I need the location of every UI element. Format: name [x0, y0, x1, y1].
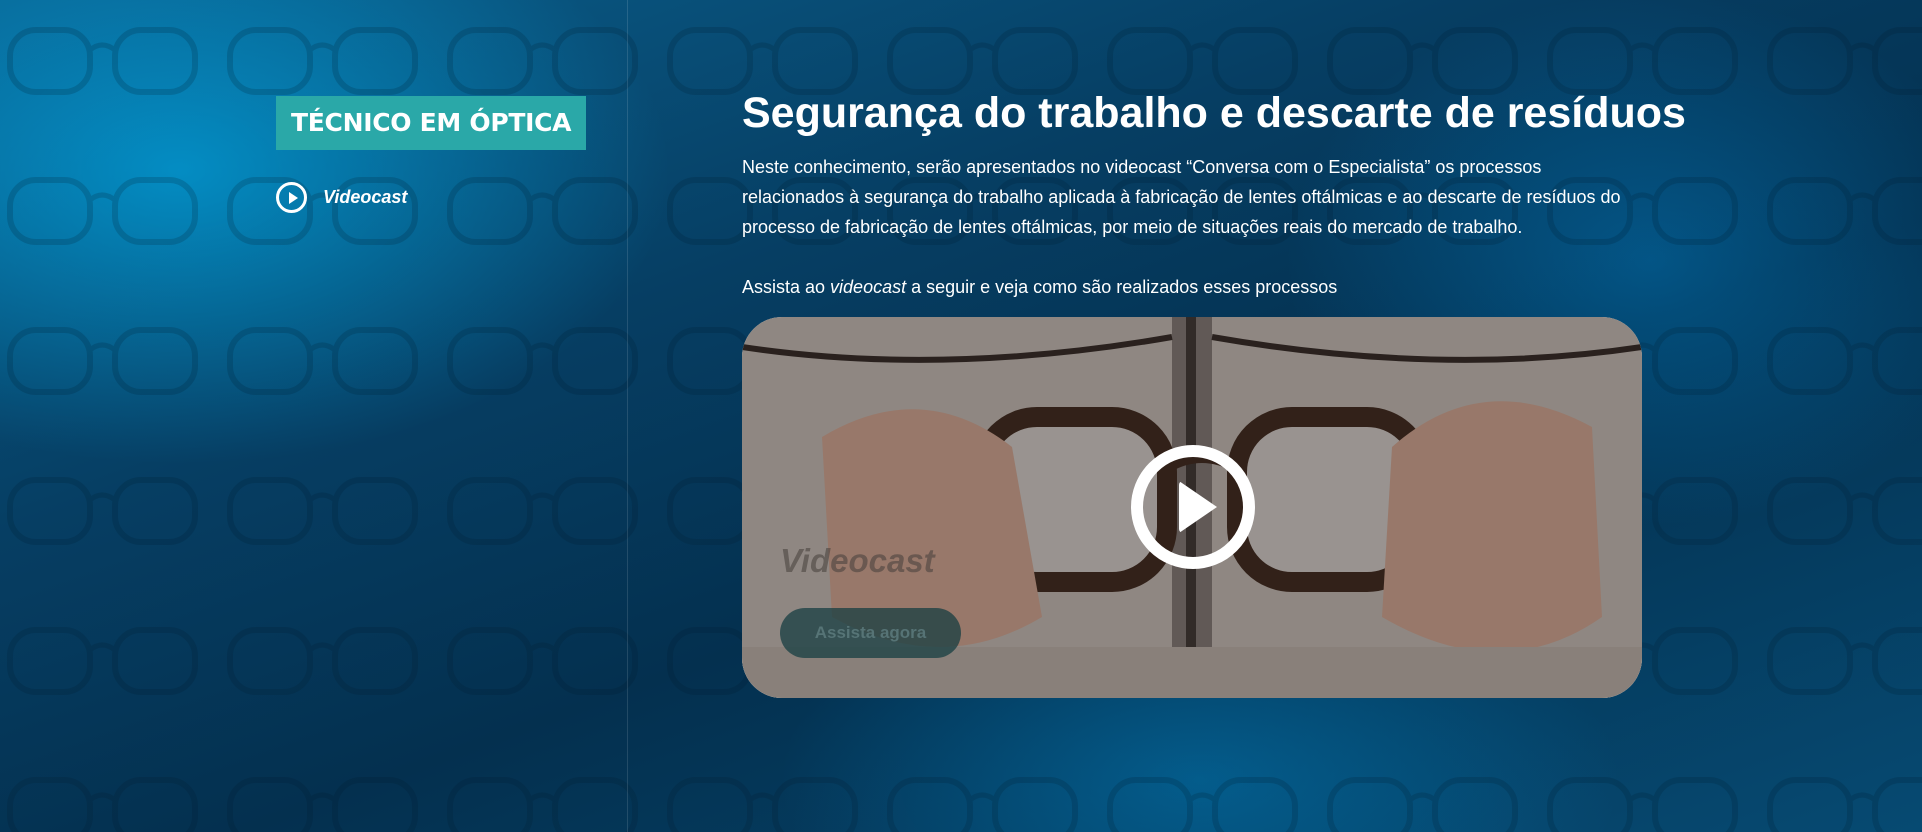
intro-suffix: a seguir e veja como são realizados esse… [906, 277, 1338, 297]
sidebar: TÉCNICO EM ÓPTICA Videocast [276, 96, 606, 213]
sidebar-item-label: Videocast [323, 187, 408, 207]
play-circle-icon [276, 182, 307, 213]
main-content: Segurança do trabalho e descarte de resí… [742, 84, 1686, 698]
video-player-card[interactable]: Videocast Assista agora [742, 317, 1642, 698]
course-tag: TÉCNICO EM ÓPTICA [276, 96, 587, 150]
videocast-intro-text: Assista ao videocast a seguir e veja com… [742, 272, 1642, 302]
video-title: Videocast [780, 542, 935, 579]
page-title: Segurança do trabalho e descarte de resí… [742, 89, 1686, 137]
play-circle-icon[interactable] [1131, 445, 1255, 569]
watch-now-button[interactable]: Assista agora [780, 608, 961, 658]
description-text: Neste conhecimento, serão apresentados n… [742, 157, 1621, 237]
intro-prefix: Assista ao [742, 277, 831, 297]
intro-emphasis: videocast [830, 277, 907, 297]
column-divider [627, 0, 628, 832]
sidebar-item-videocast[interactable]: Videocast [276, 182, 606, 213]
